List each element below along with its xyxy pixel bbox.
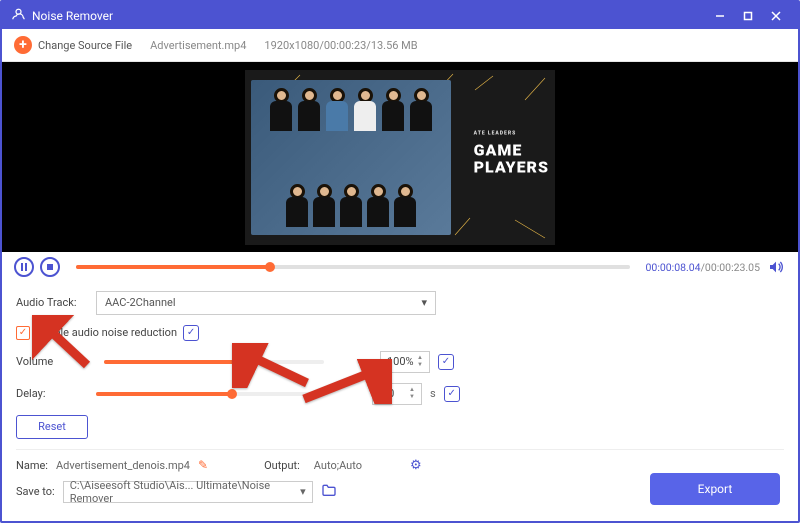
- delay-stepper[interactable]: ▲▼: [409, 387, 415, 400]
- audio-track-select[interactable]: AAC-2Channel ▾: [96, 291, 436, 315]
- chevron-down-icon: ▾: [300, 485, 306, 498]
- output-settings-icon[interactable]: ⚙: [410, 458, 422, 473]
- change-source-label: Change Source File: [38, 39, 132, 52]
- name-label: Name:: [16, 459, 48, 472]
- change-source-button[interactable]: + Change Source File: [14, 36, 132, 54]
- export-button[interactable]: Export: [650, 473, 780, 505]
- enable-noise-label: Enable audio noise reduction: [36, 326, 177, 339]
- save-location-select[interactable]: C:\Aiseesoft Studio\Ais... Ultimate\Nois…: [63, 481, 313, 503]
- app-title: Noise Remover: [32, 9, 706, 23]
- titlebar: Noise Remover: [2, 2, 798, 29]
- output-format: Auto;Auto: [314, 459, 362, 472]
- reset-button[interactable]: Reset: [16, 415, 88, 439]
- volume-reset-icon[interactable]: ✓: [438, 354, 454, 370]
- pause-button[interactable]: [14, 257, 34, 277]
- volume-input[interactable]: 100% ▲▼: [380, 351, 430, 373]
- noise-settings-icon[interactable]: ✓: [183, 325, 199, 341]
- maximize-button[interactable]: [734, 6, 762, 26]
- output-name: Advertisement_denois.mp4: [56, 459, 190, 472]
- timecode: 00:00:08.04/00:00:23.05: [646, 261, 760, 274]
- minimize-button[interactable]: [706, 6, 734, 26]
- close-button[interactable]: [762, 6, 790, 26]
- save-to-label: Save to:: [16, 485, 55, 498]
- chevron-down-icon: ▾: [421, 296, 427, 309]
- enable-noise-checkbox[interactable]: ✓: [16, 326, 30, 340]
- browse-folder-icon[interactable]: [321, 483, 337, 501]
- controls-panel: Audio Track: AAC-2Channel ▾ ✓ Enable aud…: [2, 283, 798, 521]
- current-filename: Advertisement.mp4: [150, 39, 246, 52]
- video-overlay-text: ATE LEADERS GAME PLAYERS: [474, 131, 549, 176]
- volume-slider[interactable]: [104, 360, 324, 364]
- delay-reset-icon[interactable]: ✓: [444, 386, 460, 402]
- delay-unit: s: [430, 387, 436, 400]
- app-icon: [10, 8, 26, 24]
- delay-input[interactable]: 0.0 ▲▼: [372, 383, 422, 405]
- volume-stepper[interactable]: ▲▼: [417, 355, 423, 368]
- video-frame: ATE LEADERS GAME PLAYERS: [245, 70, 555, 245]
- video-preview[interactable]: ATE LEADERS GAME PLAYERS: [2, 62, 798, 252]
- stop-button[interactable]: [40, 257, 60, 277]
- delay-label: Delay:: [16, 387, 88, 400]
- main-window: Noise Remover + Change Source File Adver…: [0, 0, 800, 523]
- file-info: 1920x1080/00:00:23/13.56 MB: [264, 39, 417, 52]
- playback-progress[interactable]: [76, 265, 630, 269]
- output-label: Output:: [264, 459, 300, 472]
- delay-slider[interactable]: [96, 392, 316, 396]
- playback-transport: 00:00:08.04/00:00:23.05: [2, 252, 798, 283]
- preview-thumbnail: [251, 80, 451, 235]
- edit-name-icon[interactable]: ✎: [198, 458, 208, 472]
- volume-label: Volume:: [16, 355, 54, 368]
- volume-icon[interactable]: [766, 257, 786, 277]
- divider: [16, 449, 784, 450]
- audio-track-label: Audio Track:: [16, 296, 88, 309]
- plus-icon: +: [14, 36, 32, 54]
- toolbar: + Change Source File Advertisement.mp4 1…: [2, 29, 798, 62]
